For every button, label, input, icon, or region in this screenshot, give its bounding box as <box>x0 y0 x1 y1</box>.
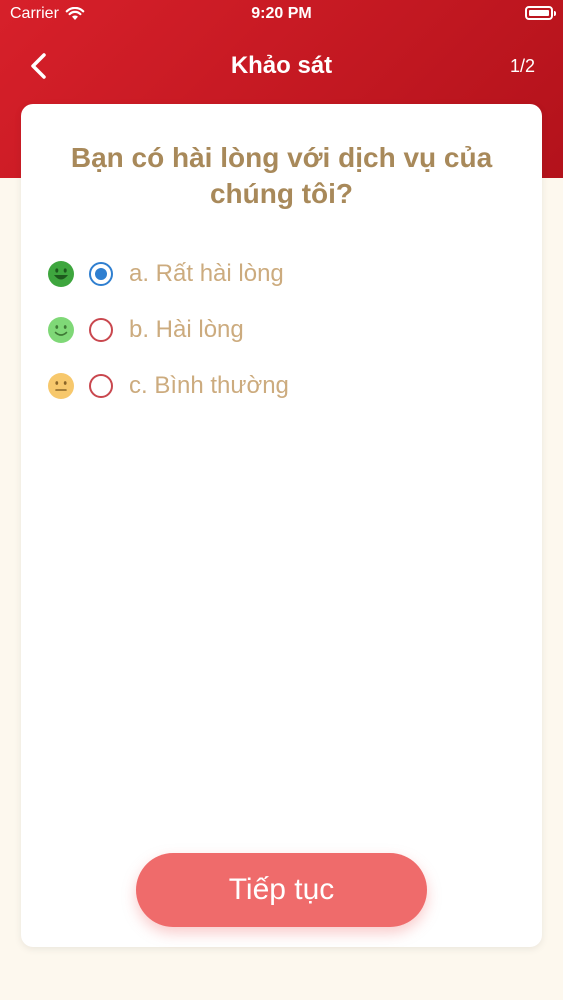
option-label: b. Hài lòng <box>129 316 244 343</box>
answer-options: a. Rất hài lòng b. Hài lòng c. Bình thườ… <box>47 246 289 414</box>
status-time: 9:20 PM <box>251 5 312 22</box>
option-very-satisfied[interactable]: a. Rất hài lòng <box>47 246 289 302</box>
grinning-face-icon <box>48 261 74 287</box>
survey-card: Bạn có hài lòng với dịch vụ của chúng tô… <box>21 104 542 947</box>
neutral-face-icon <box>48 373 74 399</box>
option-neutral[interactable]: c. Bình thường <box>47 358 289 414</box>
battery-icon <box>525 6 556 20</box>
radio-button[interactable] <box>89 374 113 398</box>
slightly-smiling-face-icon <box>48 317 74 343</box>
page-counter: 1/2 <box>509 56 535 76</box>
status-bar: Carrier 9:20 PM <box>0 0 563 30</box>
radio-button-selected[interactable] <box>89 262 113 286</box>
option-label: a. Rất hài lòng <box>129 260 284 287</box>
navigation-bar: Khảo sát 1/2 <box>0 40 563 92</box>
option-label: c. Bình thường <box>129 372 289 399</box>
continue-button[interactable]: Tiếp tục <box>136 853 427 927</box>
survey-question: Bạn có hài lòng với dịch vụ của chúng tô… <box>70 142 493 209</box>
page-title: Khảo sát <box>230 52 333 79</box>
option-satisfied[interactable]: b. Hài lòng <box>47 302 289 358</box>
radio-button[interactable] <box>89 318 113 342</box>
